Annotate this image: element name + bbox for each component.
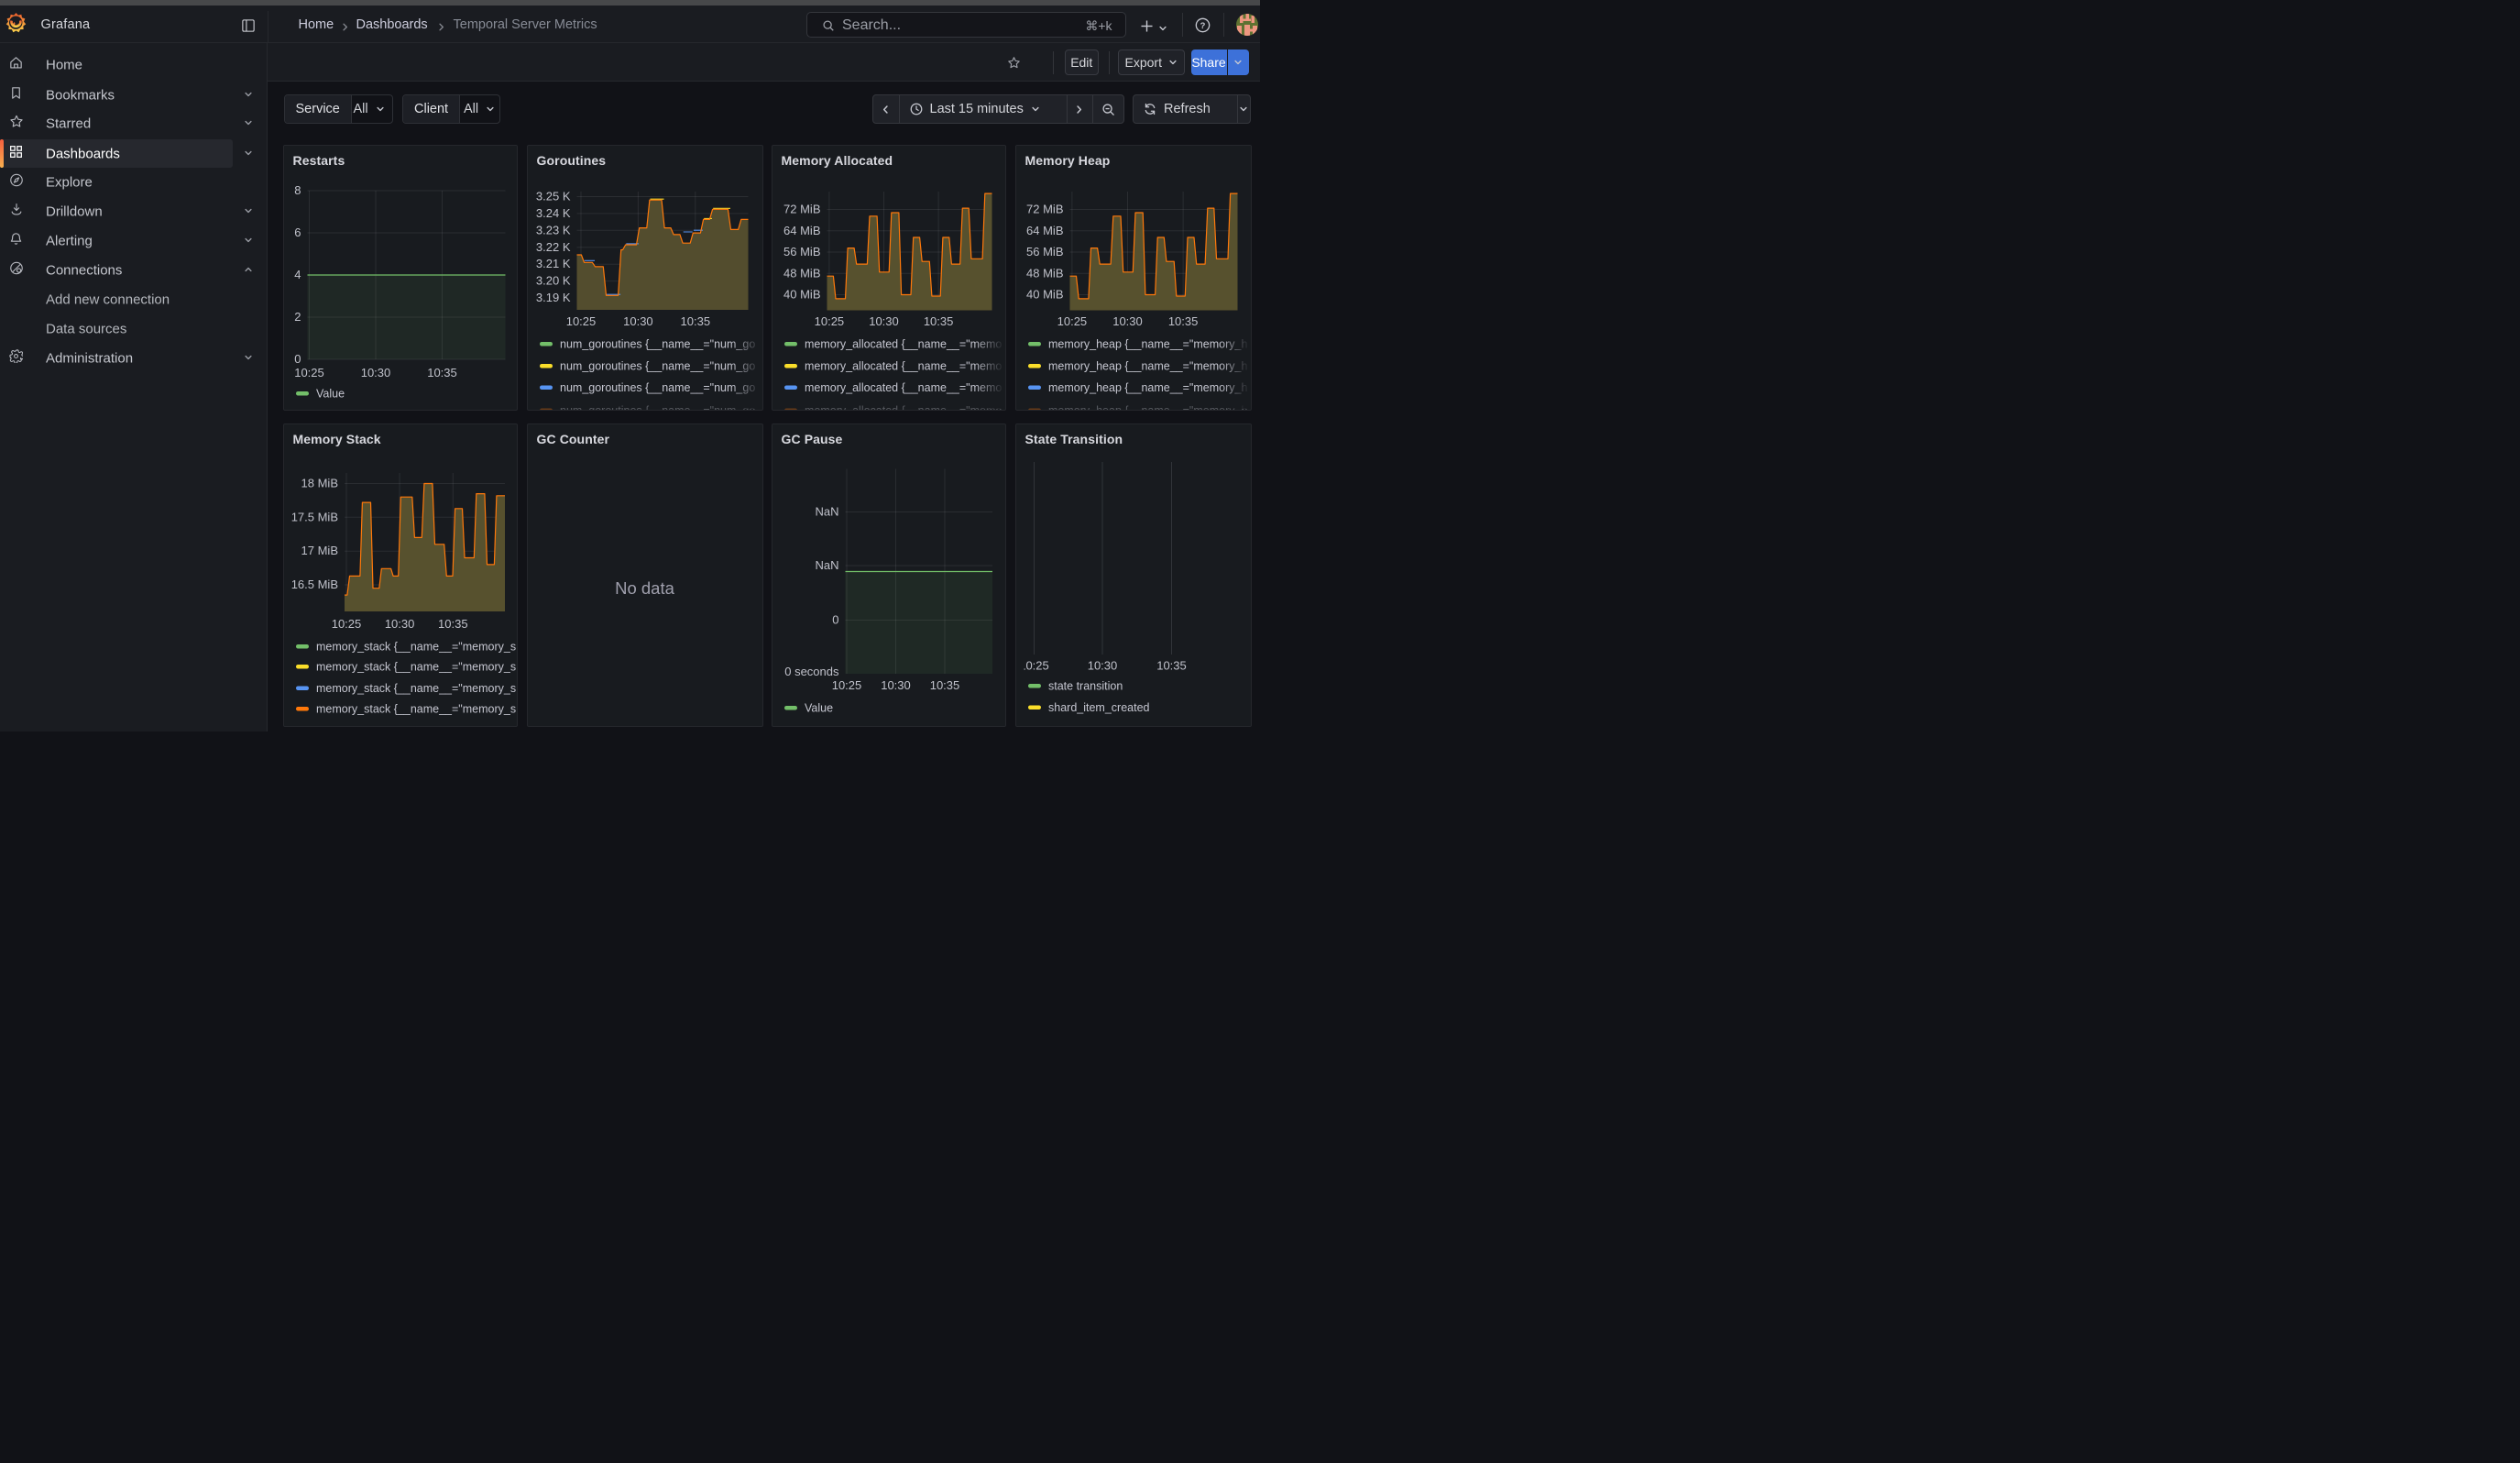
svg-text:4: 4 bbox=[294, 268, 301, 281]
svg-text:memory_stack {__name__="memory: memory_stack {__name__="memory_s bbox=[316, 703, 516, 716]
svg-text:?: ? bbox=[1200, 21, 1205, 31]
svg-text:17.5 MiB: 17.5 MiB bbox=[290, 510, 337, 523]
svg-text:40 MiB: 40 MiB bbox=[1026, 288, 1063, 302]
svg-text:48 MiB: 48 MiB bbox=[1026, 266, 1063, 280]
svg-text:memory_stack {__name__="memory: memory_stack {__name__="memory_s bbox=[316, 661, 516, 674]
svg-text:10:25: 10:25 bbox=[294, 366, 324, 380]
svg-text:64 MiB: 64 MiB bbox=[1026, 224, 1063, 237]
svg-text:10:35: 10:35 bbox=[1156, 659, 1187, 673]
svg-text:3.23 K: 3.23 K bbox=[535, 223, 570, 236]
svg-text:NaN: NaN bbox=[815, 558, 838, 572]
svg-text:17 MiB: 17 MiB bbox=[301, 544, 337, 557]
svg-text:10:30: 10:30 bbox=[869, 314, 899, 328]
svg-text:3.21 K: 3.21 K bbox=[535, 257, 570, 270]
svg-text:memory_stack {__name__="memory: memory_stack {__name__="memory_s bbox=[316, 641, 516, 654]
svg-text:10:30: 10:30 bbox=[384, 617, 414, 631]
svg-text:10:30: 10:30 bbox=[1112, 314, 1143, 328]
svg-text:10:30: 10:30 bbox=[881, 678, 911, 692]
svg-text:2: 2 bbox=[294, 310, 301, 324]
svg-text:num_goroutines {__name__="num_: num_goroutines {__name__="num_go bbox=[560, 381, 755, 394]
svg-text:3.24 K: 3.24 K bbox=[535, 206, 570, 220]
svg-text:memory_heap {__name__="memory_: memory_heap {__name__="memory_h bbox=[1048, 338, 1247, 351]
svg-text:6: 6 bbox=[294, 226, 301, 239]
svg-text:shard_item_created: shard_item_created bbox=[1048, 701, 1150, 714]
svg-text:Value: Value bbox=[805, 702, 833, 715]
svg-text:10:25: 10:25 bbox=[331, 617, 361, 631]
svg-text:48 MiB: 48 MiB bbox=[783, 266, 820, 280]
svg-text:0: 0 bbox=[294, 352, 301, 366]
svg-text:8: 8 bbox=[294, 183, 301, 197]
svg-text:10:25: 10:25 bbox=[831, 678, 861, 692]
svg-text:72 MiB: 72 MiB bbox=[783, 203, 820, 216]
svg-text:state transition: state transition bbox=[1048, 680, 1123, 693]
svg-text:Value: Value bbox=[316, 388, 345, 401]
svg-text:memory_stack {__name__="memory: memory_stack {__name__="memory_s bbox=[316, 682, 516, 695]
svg-text:10:30: 10:30 bbox=[1087, 659, 1117, 673]
svg-text:3.25 K: 3.25 K bbox=[535, 190, 570, 204]
svg-text:3.22 K: 3.22 K bbox=[535, 240, 570, 254]
svg-text:10:35: 10:35 bbox=[923, 314, 953, 328]
svg-text:memory_heap {__name__="memory_: memory_heap {__name__="memory_h bbox=[1048, 381, 1247, 394]
svg-text:10:35: 10:35 bbox=[427, 366, 457, 380]
svg-text:num_goroutines {__name__="num_: num_goroutines {__name__="num_go bbox=[560, 404, 755, 411]
svg-text:10:35: 10:35 bbox=[929, 678, 959, 692]
svg-text:56 MiB: 56 MiB bbox=[783, 245, 820, 258]
svg-text:10:30: 10:30 bbox=[623, 314, 653, 328]
svg-text:memory_heap {__name__="memory_: memory_heap {__name__="memory_h bbox=[1048, 404, 1247, 411]
svg-text:56 MiB: 56 MiB bbox=[1026, 245, 1063, 258]
svg-text:10:25: 10:25 bbox=[1057, 314, 1087, 328]
svg-text:10:25: 10:25 bbox=[565, 314, 596, 328]
svg-text:72 MiB: 72 MiB bbox=[1026, 203, 1063, 216]
svg-text:10:30: 10:30 bbox=[360, 366, 390, 380]
svg-text:40 MiB: 40 MiB bbox=[783, 288, 820, 302]
svg-text:0: 0 bbox=[832, 613, 838, 627]
svg-text:3.20 K: 3.20 K bbox=[535, 274, 570, 288]
svg-text:memory_allocated {__name__="me: memory_allocated {__name__="memo bbox=[805, 338, 1002, 351]
svg-text:10:25: 10:25 bbox=[814, 314, 844, 328]
svg-text:memory_allocated {__name__="me: memory_allocated {__name__="memo bbox=[805, 360, 1002, 373]
svg-text:3.19 K: 3.19 K bbox=[535, 291, 570, 304]
svg-text:memory_allocated {__name__="me: memory_allocated {__name__="memo bbox=[805, 381, 1002, 394]
svg-text:10:35: 10:35 bbox=[680, 314, 710, 328]
svg-text:16.5 MiB: 16.5 MiB bbox=[290, 578, 337, 591]
svg-text:num_goroutines {__name__="num_: num_goroutines {__name__="num_go bbox=[560, 338, 755, 351]
svg-text:memory_allocated {__name__="me: memory_allocated {__name__="memo bbox=[805, 404, 1002, 411]
svg-text:0 seconds: 0 seconds bbox=[784, 665, 839, 678]
svg-text:num_goroutines {__name__="num_: num_goroutines {__name__="num_go bbox=[560, 360, 755, 373]
svg-text:10:35: 10:35 bbox=[438, 617, 468, 631]
svg-text:18 MiB: 18 MiB bbox=[301, 477, 337, 490]
svg-text:64 MiB: 64 MiB bbox=[783, 224, 820, 237]
svg-text:NaN: NaN bbox=[815, 505, 838, 519]
svg-text:memory_heap {__name__="memory_: memory_heap {__name__="memory_h bbox=[1048, 360, 1247, 373]
svg-text:10:35: 10:35 bbox=[1167, 314, 1198, 328]
